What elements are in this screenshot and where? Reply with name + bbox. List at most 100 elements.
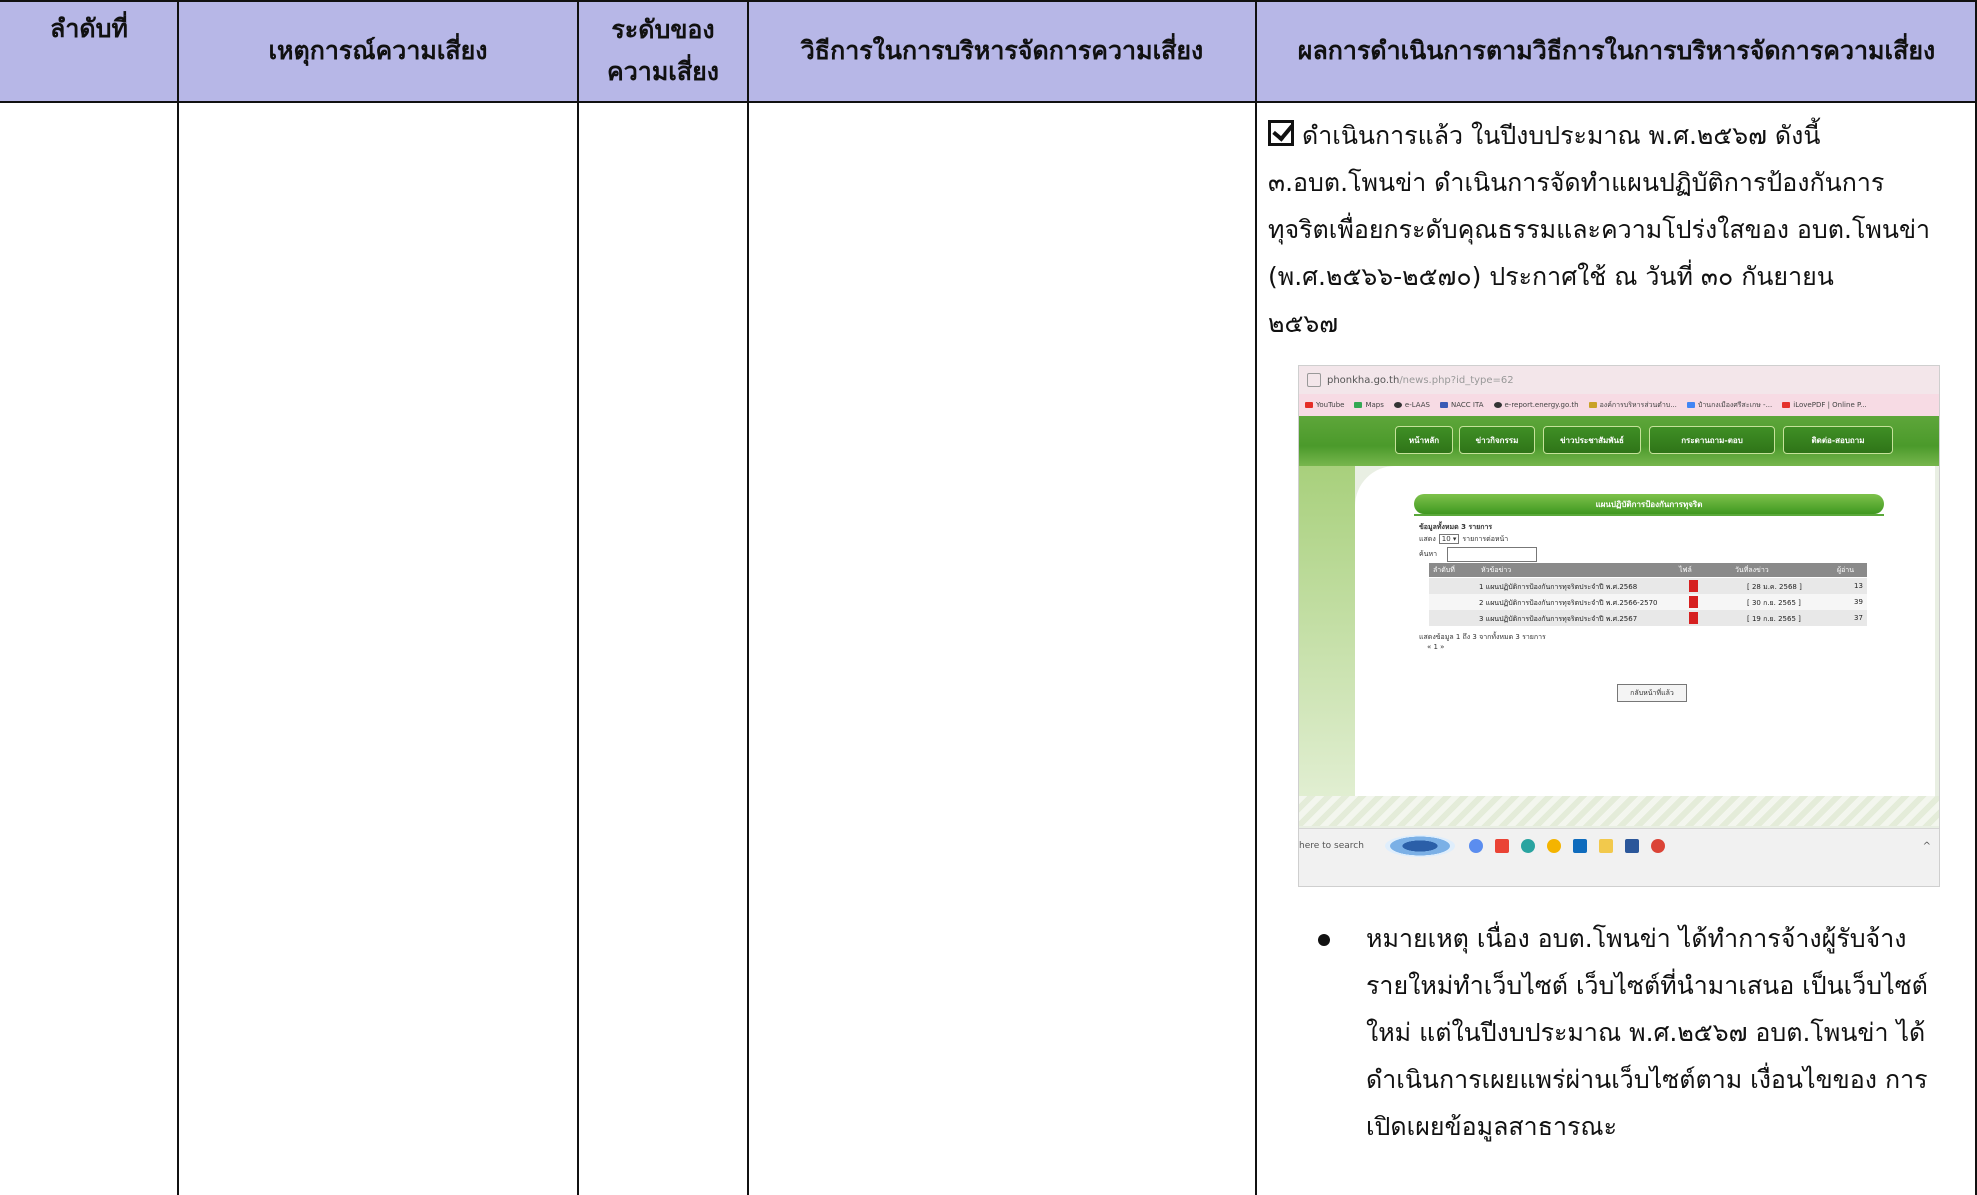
row-date: [ 30 ก.ย. 2565 ] [1747,599,1801,607]
table-top-border [0,0,1977,2]
nav-contact: ติดต่อ-สอบถาม [1783,426,1893,454]
bookmark-label: e-report.energy.go.th [1504,401,1579,409]
nav-label: ติดต่อ-สอบถาม [1811,435,1865,445]
section-title-bar: แผนปฏิบัติการป้องกันการทุจริต [1414,494,1884,514]
nav-home: หน้าหลัก [1395,426,1453,454]
bookmark-label: iLovePDF | Online P... [1793,401,1867,409]
row-reads: 13 [1854,582,1863,590]
header-order-label: ลำดับที่ [50,14,128,43]
header-management-method: วิธีการในการบริหารจัดการความเสี่ยง [748,0,1256,102]
col-divider-1 [177,0,179,1195]
gmail-icon [1495,839,1509,853]
pdf-icon [1689,580,1698,592]
maps-icon [1354,402,1363,408]
row-title: 2 แผนปฏิบัติการป้องกันการทุจริตประจำปี พ… [1479,599,1658,607]
col-file: ไฟล์ [1679,566,1692,574]
header-management-method-label: วิธีการในการบริหารจัดการความเสี่ยง [800,36,1204,65]
bookmark-ereport: e-report.energy.go.th [1493,401,1579,409]
header-risk-event-label: เหตุการณ์ความเสี่ยง [268,36,488,65]
back-button: กลับหน้าที่แล้ว [1617,684,1687,702]
bookmark-nacc: NACC ITA [1440,401,1484,409]
result-line-4: (พ.ศ.๒๕๖๖-๒๕๗๐) ประกาศใช้ ณ วันที่ ๓๐ กั… [1268,262,1834,291]
chrome-icon [1547,839,1561,853]
search-label: ค้นหา [1419,550,1438,558]
note-text: หมายเหตุ เนื่อง อบต.โพนข่า ได้ทำการจ้างผ… [1366,915,1966,1150]
bookmark-sao: องค์การบริหารส่วนตำบ... [1588,400,1677,411]
pdf-icon [1689,596,1698,608]
header-result: ผลการดำเนินการตามวิธีการในการบริหารจัดกา… [1256,0,1977,102]
row-reads: 39 [1854,598,1863,606]
bookmark-elaas: e-LAAS [1393,401,1430,409]
nacc-icon [1440,402,1448,408]
bookmarks-bar: YouTube Maps e-LAAS NACC ITA e-report.en… [1299,394,1939,416]
seal-icon [1588,402,1597,408]
result-line-5: ๒๕๖๗ [1268,309,1339,338]
nav-qa-board: กระดานถาม-ตอบ [1649,426,1775,454]
note-line-4: ดำเนินการเผยแพร่ผ่านเว็บไซต์ตาม เงื่อนไข… [1366,1065,1928,1094]
header-bottom-border [0,101,1977,103]
chrome-profile-icon [1651,839,1665,853]
globe-icon [1393,402,1402,408]
col-reads: ผู้อ่าน [1837,566,1855,574]
bookmark-label: e-LAAS [1404,401,1430,409]
page-length-select: 10 ▾ [1438,534,1460,544]
nav-label: หน้าหลัก [1408,435,1440,445]
col-divider-4 [1255,0,1257,1195]
header-order: ลำดับที่ [0,0,178,102]
col-title: หัวข้อข่าว [1481,566,1512,574]
show-label: แสดง [1419,535,1436,543]
nav-pr-news: ข่าวประชาสัมพันธ์ [1543,426,1641,454]
per-page-label: รายการต่อหน้า [1462,535,1509,543]
header-risk-event: เหตุการณ์ความเสี่ยง [178,0,578,102]
result-line-2: ๓.อบต.โพนข่า ดำเนินการจัดทำแผนปฏิบัติการ… [1268,168,1885,197]
result-line-1-text: ดำเนินการแล้ว ในปีงบประมาณ พ.ศ.๒๕๖๗ ดังน… [1302,121,1821,150]
header-result-label: ผลการดำเนินการตามวิธีการในการบริหารจัดกา… [1297,36,1936,65]
bookmark-province: ปำนกงเมืองศรีสะเกษ -... [1686,400,1773,411]
news-table-header: ลำดับที่ หัวข้อข่าว ไฟล์ วันที่ลงข่าว ผู… [1429,563,1867,577]
page-length-control: แสดง 10 ▾ รายการต่อหน้า [1419,534,1508,545]
browser-icon [1469,839,1483,853]
bookmark-label: องค์การบริหารส่วนตำบ... [1599,400,1677,409]
nav-label: กระดานถาม-ตอบ [1681,435,1743,445]
website-screenshot: phonkha.go.th/news.php?id_type=62 YouTub… [1298,365,1940,887]
page-length-value: 10 [1441,535,1451,543]
bookmark-ilovepdf: iLovePDF | Online P... [1782,401,1867,409]
chevron-up-icon: ^ [1922,841,1931,852]
taskbar-search: here to search [1299,841,1364,851]
note-line-2: รายใหม่ทำเว็บไซต์ เว็บไซต์ที่นำมาเสนอ เป… [1366,971,1928,1000]
col-divider-2 [577,0,579,1195]
row-title: 1 แผนปฏิบัติการป้องกันการทุจริตประจำปี พ… [1479,583,1638,591]
bookmark-label: YouTube [1316,401,1345,409]
bookmark-maps: Maps [1354,401,1384,409]
row-reads: 37 [1854,614,1863,622]
news-row-1: 1 แผนปฏิบัติการป้องกันการทุจริตประจำปี พ… [1429,578,1867,594]
url-host: phonkha.go.th [1327,374,1400,386]
news-row-3: 3 แผนปฏิบัติการป้องกันการทุจริตประจำปี พ… [1429,610,1867,626]
showing-records: แสดงข้อมูล 1 ถึง 3 จากทั้งหมด 3 รายการ [1419,633,1546,641]
site-footer-decoration [1299,796,1939,826]
site-side-decoration [1299,466,1355,826]
row-title: 3 แผนปฏิบัติการป้องกันการทุจริตประจำปี พ… [1479,615,1638,623]
pdf-icon [1689,612,1698,624]
folder-icon [1599,839,1613,853]
bookmark-label: ปำนกงเมืองศรีสะเกษ -... [1697,400,1773,409]
globe-icon [1493,402,1502,408]
search-input [1447,547,1537,562]
youtube-icon [1305,402,1313,408]
bookmark-label: NACC ITA [1451,401,1484,409]
nav-activities: ข่าวกิจกรรม [1459,426,1535,454]
total-records: ข้อมูลทั้งหมด 3 รายการ [1419,523,1493,531]
bullet-icon [1318,934,1330,946]
col-date: วันที่ลงข่าว [1735,566,1769,574]
windows-taskbar: here to search ^ [1299,828,1939,886]
col-order: ลำดับที่ [1433,566,1455,574]
weather-widget-icon [1385,835,1455,857]
row-date: [ 19 ก.ย. 2565 ] [1747,615,1801,623]
news-row-2: 2 แผนปฏิบัติการป้องกันการทุจริตประจำปี พ… [1429,594,1867,610]
heart-icon [1782,402,1791,408]
result-line-3: ทุจริตเพื่อยกระดับคุณธรรมและความโปร่งใสข… [1268,215,1931,244]
edge-icon [1521,839,1535,853]
note-line-3: ใหม่ แต่ในปีงบประมาณ พ.ศ.๒๕๖๗ อบต.โพนข่า… [1366,1018,1926,1047]
note-line-1: หมายเหตุ เนื่อง อบต.โพนข่า ได้ทำการจ้างผ… [1366,924,1907,953]
pager: « 1 » [1427,643,1445,651]
